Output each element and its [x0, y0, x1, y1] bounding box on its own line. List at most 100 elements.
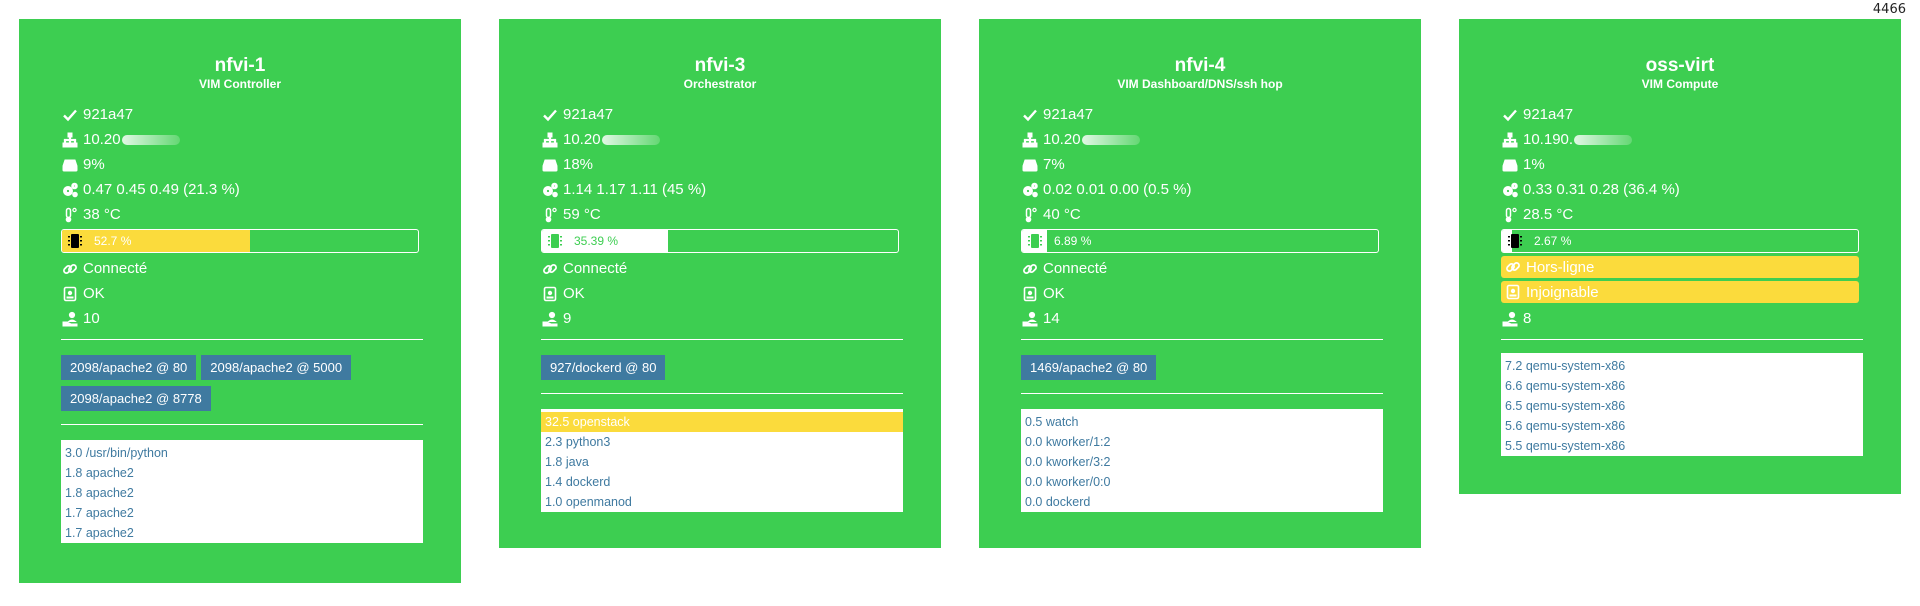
service-status-row: OK: [539, 281, 901, 306]
process-item: 1.8 apache2: [65, 486, 134, 500]
hand-user-icon: [1501, 310, 1519, 328]
temp-value: 59 °C: [563, 206, 601, 223]
network-status-alert: Hors-ligne: [1501, 256, 1859, 278]
process-item: 0.0 kworker/0:0: [1025, 475, 1111, 489]
temp-value: 40 °C: [1043, 206, 1081, 223]
hand-user-icon: [61, 310, 79, 328]
ip-value: 10.190.: [1523, 131, 1574, 148]
host-role: Orchestrator: [683, 77, 757, 91]
ip-row: 10.20: [59, 127, 421, 152]
network-icon: [61, 131, 79, 149]
commit-value: 921a47: [1523, 106, 1574, 123]
users-count: 8: [1523, 310, 1532, 327]
host-name: nfvi-1: [214, 55, 266, 76]
port-badge[interactable]: 2098/apache2 @ 5000: [201, 355, 352, 380]
network-status: Connecté: [1043, 260, 1108, 277]
process-list: 32.5 openstack 2.3 python3 1.8 java 1.4 …: [541, 409, 903, 512]
link-icon: [541, 260, 559, 278]
divider: [61, 339, 423, 340]
divider: [61, 424, 423, 425]
ip-redacted: [121, 134, 180, 145]
process-item: 5.5 qemu-system-x86: [1505, 439, 1626, 453]
process-item: 0.0 kworker/1:2: [1025, 435, 1111, 449]
load-value: 1.14 1.17 1.11 (45 %): [563, 181, 707, 198]
port-badge[interactable]: 1469/apache2 @ 80: [1021, 355, 1157, 380]
gears-icon: [61, 181, 79, 199]
memory-bar-fill: [62, 230, 250, 252]
memory-bar: 52.7 %: [61, 229, 419, 253]
disk-value: 7%: [1043, 156, 1065, 173]
ip-value: 10.20: [563, 131, 601, 148]
network-icon: [1501, 131, 1519, 149]
disk-value: 18%: [563, 156, 594, 173]
id-badge-icon: [541, 285, 559, 303]
process-item: 1.8 java: [545, 455, 589, 469]
temp-value: 38 °C: [83, 206, 121, 223]
commit-row: 921a47: [1019, 102, 1381, 127]
id-badge-icon: [1021, 285, 1039, 303]
temp-row: 38 °C: [59, 202, 421, 227]
memory-chip-icon: [1028, 233, 1042, 249]
memory-bar: 2.67 %: [1501, 229, 1859, 253]
thermometer-icon: [1021, 206, 1039, 224]
divider: [1501, 339, 1863, 340]
card-footer-space: [1499, 456, 1861, 494]
link-icon: [61, 260, 79, 278]
divider: [1021, 339, 1383, 340]
load-value: 0.47 0.45 0.49 (21.3 %): [83, 181, 240, 198]
temp-value: 28.5 °C: [1523, 206, 1574, 223]
load-row: 0.02 0.01 0.00 (0.5 %): [1019, 177, 1381, 202]
host-role: VIM Compute: [1641, 77, 1719, 91]
port-badge[interactable]: 2098/apache2 @ 8778: [61, 386, 211, 411]
users-row: 9: [539, 306, 901, 331]
commit-row: 921a47: [539, 102, 901, 127]
process-item: 0.0 dockerd: [1025, 495, 1091, 509]
service-status: OK: [83, 285, 105, 302]
card-footer-space: [539, 512, 901, 548]
host-card-oss-virt: oss-virt VIM Compute 921a47 10.190. 1% 0…: [1459, 19, 1901, 494]
memory-percent: 35.39 %: [574, 234, 619, 248]
network-icon: [1021, 131, 1039, 149]
memory-percent: 6.89 %: [1054, 234, 1092, 248]
ip-redacted: [1081, 134, 1140, 145]
load-value: 0.02 0.01 0.00 (0.5 %): [1043, 181, 1192, 198]
link-icon: [1504, 258, 1522, 276]
process-item: 1.7 apache2: [65, 526, 134, 540]
host-card-nfvi-1: nfvi-1 VIM Controller 921a47 10.20 9% 0.…: [19, 19, 461, 583]
port-badge[interactable]: 2098/apache2 @ 80: [61, 355, 197, 380]
check-icon: [1021, 106, 1039, 124]
load-value: 0.33 0.31 0.28 (36.4 %): [1523, 181, 1680, 198]
service-status: OK: [563, 285, 585, 302]
hard-drive-icon: [61, 156, 79, 174]
port-list: 2098/apache2 @ 80 2098/apache2 @ 5000 20…: [59, 355, 421, 417]
load-row: 0.33 0.31 0.28 (36.4 %): [1499, 177, 1861, 202]
hand-user-icon: [541, 310, 559, 328]
divider: [541, 393, 903, 394]
port-badge[interactable]: 927/dockerd @ 80: [541, 355, 666, 380]
users-count: 14: [1043, 310, 1060, 327]
process-item: 0.5 watch: [1025, 415, 1079, 429]
ip-redacted: [1574, 134, 1633, 145]
disk-row: 7%: [1019, 152, 1381, 177]
host-card-nfvi-3: nfvi-3 Orchestrator 921a47 10.20 18% 1.1…: [499, 19, 941, 548]
divider: [541, 339, 903, 340]
network-status: Connecté: [563, 260, 628, 277]
disk-row: 9%: [59, 152, 421, 177]
process-item: 1.7 apache2: [65, 506, 134, 520]
commit-row: 921a47: [1499, 102, 1861, 127]
process-item: 1.4 dockerd: [545, 475, 611, 489]
host-name: oss-virt: [1645, 55, 1715, 76]
disk-row: 18%: [539, 152, 901, 177]
divider: [1021, 393, 1383, 394]
counter: 4466: [1872, 2, 1906, 17]
commit-value: 921a47: [563, 106, 614, 123]
users-row: 8: [1499, 306, 1861, 331]
temp-row: 28.5 °C: [1499, 202, 1861, 227]
temp-row: 59 °C: [539, 202, 901, 227]
check-icon: [1501, 106, 1519, 124]
process-item: 1.0 openmanod: [545, 495, 632, 509]
process-item: 0.0 kworker/3:2: [1025, 455, 1111, 469]
check-icon: [61, 106, 79, 124]
process-item: 6.5 qemu-system-x86: [1505, 399, 1626, 413]
process-item: 3.0 /usr/bin/python: [65, 446, 168, 460]
